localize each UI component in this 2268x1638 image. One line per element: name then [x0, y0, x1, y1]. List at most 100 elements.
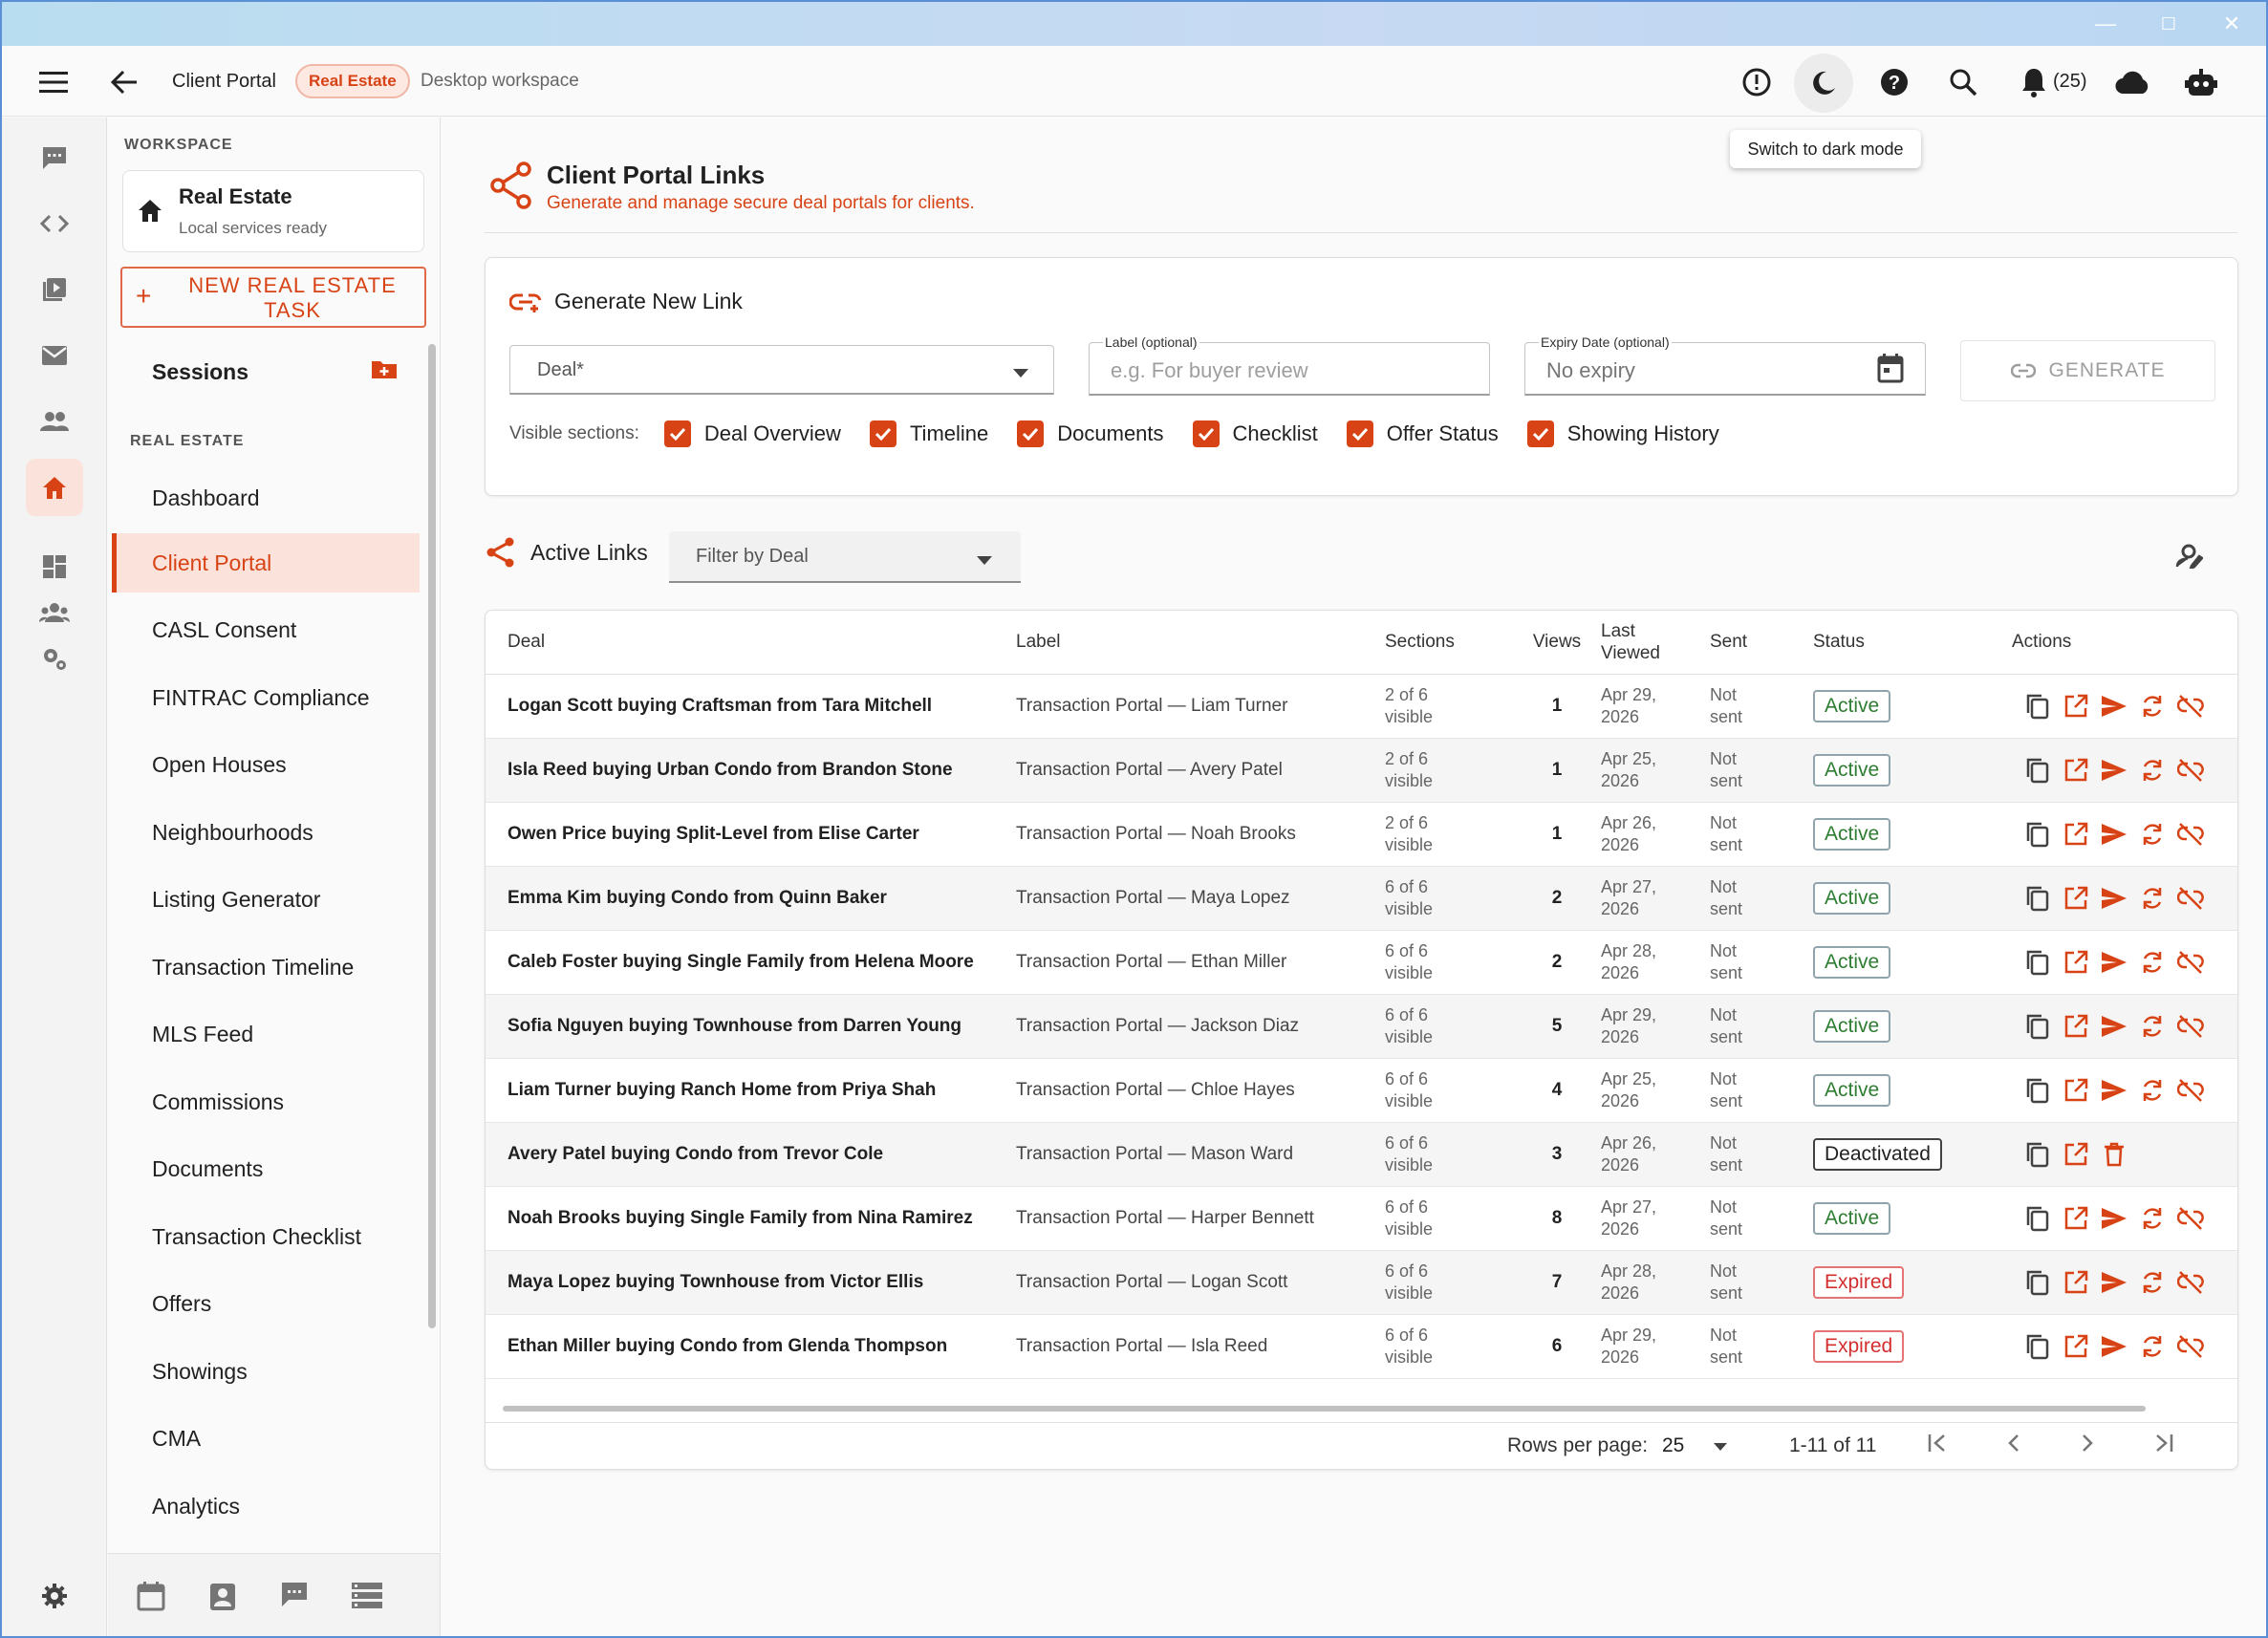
workspace-chip[interactable]: Real Estate	[295, 64, 410, 98]
sidebar-item-commissions[interactable]: Commissions	[112, 1072, 420, 1132]
send-icon[interactable]	[2100, 692, 2128, 721]
robot-assistant-icon[interactable]	[2181, 63, 2221, 101]
list-icon[interactable]	[352, 1583, 382, 1614]
deal-select[interactable]: Deal*	[509, 345, 1054, 395]
open-external-icon[interactable]	[2062, 884, 2090, 913]
renew-icon[interactable]	[2138, 1076, 2167, 1105]
col-label[interactable]: Label	[1016, 611, 1385, 675]
sidebar-item-listing-generator[interactable]: Listing Generator	[112, 870, 420, 929]
open-external-icon[interactable]	[2062, 1076, 2090, 1105]
copy-link-icon[interactable]	[2023, 820, 2052, 849]
notifications-bell-icon[interactable]	[2015, 63, 2053, 101]
deactivate-link-icon[interactable]	[2176, 948, 2205, 977]
col-views[interactable]: Views	[1513, 611, 1601, 675]
new-task-button[interactable]: + NEW REAL ESTATE TASK	[120, 267, 426, 328]
table-row[interactable]: Emma Kim buying Condo from Quinn Baker T…	[486, 866, 2237, 931]
table-row[interactable]: Ethan Miller buying Condo from Glenda Th…	[486, 1314, 2237, 1379]
table-row[interactable]: Caleb Foster buying Single Family from H…	[486, 930, 2237, 995]
chat-icon[interactable]	[26, 129, 83, 186]
deactivate-link-icon[interactable]	[2176, 1012, 2205, 1041]
renew-icon[interactable]	[2138, 1204, 2167, 1233]
send-icon[interactable]	[2100, 1076, 2128, 1105]
deactivate-link-icon[interactable]	[2176, 756, 2205, 785]
renew-icon[interactable]	[2138, 1268, 2167, 1297]
workspace-card[interactable]: Real Estate Local services ready	[122, 170, 424, 252]
col-sections[interactable]: Sections	[1385, 611, 1513, 675]
send-icon[interactable]	[2100, 820, 2128, 849]
sidebar-item-offers[interactable]: Offers	[112, 1274, 420, 1333]
open-external-icon[interactable]	[2062, 1140, 2090, 1169]
checkbox-offer-status[interactable]: Offer Status	[1346, 420, 1499, 447]
checkbox-showing-history[interactable]: Showing History	[1526, 420, 1719, 447]
open-external-icon[interactable]	[2062, 1204, 2090, 1233]
send-icon[interactable]	[2100, 1012, 2128, 1041]
maximize-icon[interactable]: ☐	[2156, 11, 2181, 36]
sessions-label[interactable]: Sessions	[152, 359, 248, 385]
table-row[interactable]: Liam Turner buying Ranch Home from Priya…	[486, 1058, 2237, 1123]
deactivate-link-icon[interactable]	[2176, 1204, 2205, 1233]
col-status[interactable]: Status	[1813, 611, 2012, 675]
copy-link-icon[interactable]	[2023, 1204, 2052, 1233]
people-icon[interactable]	[26, 393, 83, 450]
deactivate-link-icon[interactable]	[2176, 692, 2205, 721]
deactivate-link-icon[interactable]	[2176, 820, 2205, 849]
deactivate-link-icon[interactable]	[2176, 1332, 2205, 1361]
deactivate-link-icon[interactable]	[2176, 1268, 2205, 1297]
open-external-icon[interactable]	[2062, 756, 2090, 785]
alert-icon[interactable]	[1738, 63, 1776, 101]
renew-icon[interactable]	[2138, 1332, 2167, 1361]
code-icon[interactable]	[26, 195, 83, 252]
renew-icon[interactable]	[2138, 1012, 2167, 1041]
search-icon[interactable]	[1944, 63, 1982, 101]
open-external-icon[interactable]	[2062, 1268, 2090, 1297]
table-row[interactable]: Sofia Nguyen buying Townhouse from Darre…	[486, 994, 2237, 1059]
dark-mode-toggle-button[interactable]	[1794, 54, 1853, 113]
copy-link-icon[interactable]	[2023, 948, 2052, 977]
copy-link-icon[interactable]	[2023, 692, 2052, 721]
deactivate-link-icon[interactable]	[2176, 1076, 2205, 1105]
open-external-icon[interactable]	[2062, 1332, 2090, 1361]
sidebar-item-client-portal[interactable]: Client Portal	[112, 533, 420, 593]
copy-link-icon[interactable]	[2023, 756, 2052, 785]
sidebar-item-open-houses[interactable]: Open Houses	[112, 735, 420, 794]
back-arrow-icon[interactable]	[105, 65, 143, 99]
next-page-icon[interactable]	[2077, 1433, 2098, 1459]
sidebar-item-casl-consent[interactable]: CASL Consent	[112, 600, 420, 659]
sidebar-item-transaction-checklist[interactable]: Transaction Checklist	[112, 1207, 420, 1266]
sidebar-scrollbar[interactable]	[428, 344, 436, 1328]
sidebar-item-dashboard[interactable]: Dashboard	[112, 468, 420, 528]
copy-link-icon[interactable]	[2023, 884, 2052, 913]
table-row[interactable]: Noah Brooks buying Single Family from Ni…	[486, 1186, 2237, 1251]
mail-icon[interactable]	[26, 327, 83, 384]
help-icon[interactable]: ?	[1875, 63, 1913, 101]
send-icon[interactable]	[2100, 1204, 2128, 1233]
deactivate-link-icon[interactable]	[2176, 884, 2205, 913]
copy-link-icon[interactable]	[2023, 1268, 2052, 1297]
copy-link-icon[interactable]	[2023, 1140, 2052, 1169]
table-row[interactable]: Owen Price buying Split-Level from Elise…	[486, 802, 2237, 867]
minimize-icon[interactable]: —	[2093, 11, 2118, 36]
open-external-icon[interactable]	[2062, 692, 2090, 721]
home-icon[interactable]	[26, 459, 83, 516]
send-icon[interactable]	[2100, 756, 2128, 785]
renew-icon[interactable]	[2138, 948, 2167, 977]
send-icon[interactable]	[2100, 1268, 2128, 1297]
expiry-date-field[interactable]: Expiry Date (optional) No expiry	[1524, 334, 1926, 396]
open-external-icon[interactable]	[2062, 820, 2090, 849]
renew-icon[interactable]	[2138, 756, 2167, 785]
delete-icon[interactable]	[2100, 1140, 2128, 1169]
sidebar-item-documents[interactable]: Documents	[112, 1139, 420, 1198]
checkbox-checklist[interactable]: Checklist	[1192, 420, 1318, 447]
sidebar-item-transaction-timeline[interactable]: Transaction Timeline	[112, 938, 420, 997]
sidebar-item-showings[interactable]: Showings	[112, 1342, 420, 1401]
checkbox-timeline[interactable]: Timeline	[869, 420, 988, 447]
send-icon[interactable]	[2100, 1332, 2128, 1361]
table-horizontal-scrollbar[interactable]	[491, 1403, 2232, 1414]
checkbox-deal-overview[interactable]: Deal Overview	[663, 420, 841, 447]
copy-link-icon[interactable]	[2023, 1332, 2052, 1361]
message-icon[interactable]	[280, 1581, 309, 1612]
generate-button[interactable]: GENERATE	[1960, 340, 2215, 401]
first-page-icon[interactable]	[1927, 1433, 1948, 1459]
calendar-icon[interactable]	[137, 1581, 165, 1616]
copy-link-icon[interactable]	[2023, 1012, 2052, 1041]
